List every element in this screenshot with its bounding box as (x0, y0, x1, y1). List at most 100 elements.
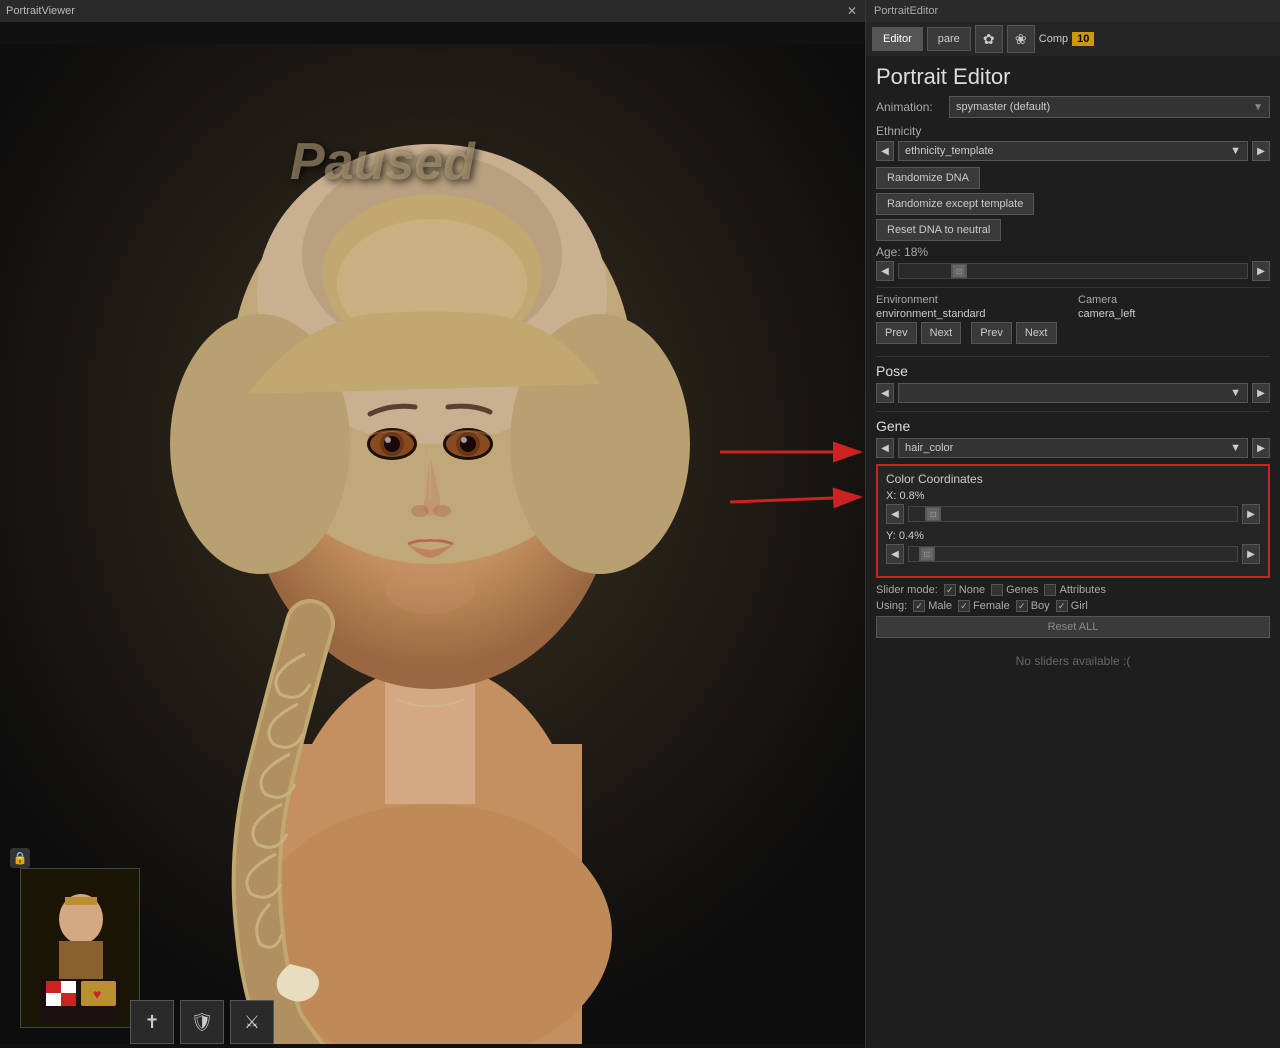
x-slider-container: ◀ ⊡ ▶ (886, 504, 1260, 524)
age-slider[interactable]: ⊡ (898, 263, 1248, 279)
slider-mode-label: Slider mode: (876, 584, 938, 596)
no-sliders-text: No sliders available :( (876, 654, 1270, 668)
gene-value: hair_color (905, 442, 953, 454)
reset-neutral-button[interactable]: Reset DNA to neutral (876, 219, 1001, 241)
divider-2 (876, 356, 1270, 357)
slider-genes-label: Genes (1006, 584, 1038, 596)
x-next-btn[interactable]: ▶ (1242, 504, 1260, 524)
close-button[interactable]: ✕ (845, 4, 859, 18)
titlebar: PortraitViewer ✕ (0, 0, 865, 22)
panel-title: PortraitEditor (874, 5, 938, 17)
using-girl-checkbox[interactable]: ✓ (1056, 600, 1068, 612)
color-coordinates-box: Color Coordinates X: 0.8% ◀ ⊡ ▶ Y: 0.4% … (876, 464, 1270, 578)
gene-title: Gene (876, 418, 1270, 434)
ethnicity-row: ◀ ethnicity_template ▼ ▶ (876, 141, 1270, 161)
cam-prev-button[interactable]: Prev (971, 322, 1012, 344)
env-cam-controls: Prev Next Prev Next (876, 322, 1270, 350)
randomize-except-button[interactable]: Randomize except template (876, 193, 1034, 215)
slider-genes-checkbox[interactable]: ✓ (991, 584, 1003, 596)
ethnicity-label: Ethnicity (876, 124, 1270, 138)
env-prev-button[interactable]: Prev (876, 322, 917, 344)
ethnicity-dropdown[interactable]: ethnicity_template ▼ (898, 141, 1248, 161)
pose-next-btn[interactable]: ▶ (1252, 383, 1270, 403)
ethnicity-prev-btn[interactable]: ◀ (876, 141, 894, 161)
x-slider[interactable]: ⊡ (908, 506, 1238, 522)
y-slider-container: ◀ ⊡ ▶ (886, 544, 1260, 564)
panel-titlebar: PortraitEditor (866, 0, 1280, 22)
slider-mode-row: Slider mode: ✓ None ✓ Genes ✓ Attributes (876, 584, 1270, 596)
x-coord-label: X: 0.8% (886, 490, 1260, 502)
using-female-label: Female (973, 600, 1010, 612)
character-thumbnail: ♥ (20, 868, 140, 1028)
age-label: Age: 18% (876, 245, 1270, 259)
badge-symbol: ⚔ (230, 1000, 274, 1044)
panel-tabs: Editor pare ✿ ❀ Comp 10 (866, 22, 1280, 56)
panel-content: Portrait Editor Animation: spymaster (de… (866, 56, 1280, 676)
pose-dropdown-arrow: ▼ (1230, 387, 1241, 399)
tab-editor[interactable]: Editor (872, 27, 923, 51)
gene-dropdown-arrow: ▼ (1230, 442, 1241, 454)
reset-all-button[interactable]: Reset ALL (876, 616, 1270, 638)
cam-next-button[interactable]: Next (1016, 322, 1057, 344)
y-slider-thumb[interactable]: ⊡ (919, 547, 935, 561)
badge-heraldry: 🛡 (180, 1000, 224, 1044)
svg-text:♥: ♥ (93, 986, 101, 1002)
slider-none-label: None (959, 584, 985, 596)
pose-dropdown[interactable]: ▼ (898, 383, 1248, 403)
randomize-dna-button[interactable]: Randomize DNA (876, 167, 980, 189)
x-slider-thumb[interactable]: ⊡ (925, 507, 941, 521)
slider-attrs-checkbox[interactable]: ✓ (1044, 584, 1056, 596)
ethnicity-value: ethnicity_template (905, 145, 994, 157)
tab-icon-flower[interactable]: ✿ (975, 25, 1003, 53)
ethnicity-next-btn[interactable]: ▶ (1252, 141, 1270, 161)
y-coord-label: Y: 0.4% (886, 530, 1260, 542)
y-prev-btn[interactable]: ◀ (886, 544, 904, 564)
using-male[interactable]: ✓ Male (913, 600, 952, 612)
slider-mode-none[interactable]: ✓ None (944, 584, 985, 596)
using-female-checkbox[interactable]: ✓ (958, 600, 970, 612)
age-slider-thumb[interactable]: ⊡ (951, 264, 967, 278)
age-prev-btn[interactable]: ◀ (876, 261, 894, 281)
gene-next-btn[interactable]: ▶ (1252, 438, 1270, 458)
cam-label: Camera (1078, 294, 1270, 306)
using-girl-label: Girl (1071, 600, 1088, 612)
using-boy-label: Boy (1031, 600, 1050, 612)
slider-mode-genes[interactable]: ✓ Genes (991, 584, 1038, 596)
divider-3 (876, 411, 1270, 412)
portrait-area: Paused 🔒 (0, 22, 865, 1048)
using-girl[interactable]: ✓ Girl (1056, 600, 1088, 612)
cam-col: Camera camera_left (1078, 294, 1270, 320)
y-next-btn[interactable]: ▶ (1242, 544, 1260, 564)
using-boy-checkbox[interactable]: ✓ (1016, 600, 1028, 612)
titlebar-title: PortraitViewer (6, 5, 75, 17)
using-female[interactable]: ✓ Female (958, 600, 1010, 612)
slider-none-checkbox[interactable]: ✓ (944, 584, 956, 596)
env-col: Environment environment_standard (876, 294, 1068, 320)
using-boy[interactable]: ✓ Boy (1016, 600, 1050, 612)
ethnicity-dropdown-arrow: ▼ (1230, 145, 1241, 157)
using-male-checkbox[interactable]: ✓ (913, 600, 925, 612)
gene-dropdown[interactable]: hair_color ▼ (898, 438, 1248, 458)
lock-icon[interactable]: 🔒 (10, 848, 30, 868)
env-next-button[interactable]: Next (921, 322, 962, 344)
slider-mode-attributes[interactable]: ✓ Attributes (1044, 584, 1105, 596)
tab-icon-flower2[interactable]: ❀ (1007, 25, 1035, 53)
x-prev-btn[interactable]: ◀ (886, 504, 904, 524)
age-next-btn[interactable]: ▶ (1252, 261, 1270, 281)
tab-count: 10 (1072, 32, 1094, 46)
y-slider-icon: ⊡ (921, 548, 933, 560)
env-prevnext: Prev Next (876, 322, 961, 344)
age-slider-icon: ⊡ (953, 265, 965, 277)
y-slider[interactable]: ⊡ (908, 546, 1238, 562)
env-label: Environment (876, 294, 1068, 306)
pose-title: Pose (876, 363, 1270, 379)
animation-dropdown[interactable]: spymaster (default) ▼ (949, 96, 1270, 118)
x-slider-icon: ⊡ (927, 508, 939, 520)
portrait-editor-title: Portrait Editor (876, 64, 1270, 90)
gene-prev-btn[interactable]: ◀ (876, 438, 894, 458)
using-label: Using: (876, 600, 907, 612)
gene-row: ◀ hair_color ▼ ▶ (876, 438, 1270, 458)
using-male-label: Male (928, 600, 952, 612)
tab-compare[interactable]: pare (927, 27, 971, 51)
pose-prev-btn[interactable]: ◀ (876, 383, 894, 403)
